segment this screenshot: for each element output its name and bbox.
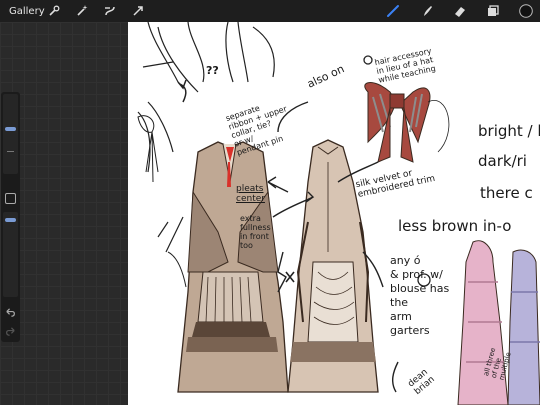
- note-any-prof: any ó & prof. w/ blouse has the arm gart…: [390, 254, 450, 337]
- note-dark: dark/ri: [478, 152, 527, 170]
- redo-icon[interactable]: [4, 323, 17, 336]
- top-toolbar: Gallery: [0, 0, 540, 22]
- note-question-marks: ??: [206, 64, 219, 77]
- color-swatch[interactable]: [518, 3, 534, 19]
- note-pleats-center: pleats center: [236, 184, 265, 204]
- opacity-slider[interactable]: [3, 212, 18, 297]
- undo-icon[interactable]: [4, 304, 17, 317]
- transform-icon[interactable]: [130, 3, 146, 19]
- magic-wand-icon[interactable]: [74, 3, 90, 19]
- wrench-icon[interactable]: [46, 3, 62, 19]
- note-bright: bright / li: [478, 122, 540, 140]
- selection-icon[interactable]: [102, 3, 118, 19]
- note-less-brown: less brown in-o: [398, 217, 512, 235]
- brush-size-slider[interactable]: [3, 94, 18, 174]
- note-there: there c: [480, 184, 533, 202]
- layers-icon[interactable]: [485, 3, 501, 19]
- note-extra-fullness: extra fullness in front too: [240, 214, 271, 250]
- eraser-icon[interactable]: [452, 3, 468, 19]
- drawing-canvas[interactable]: hair accessory in lieu of a hat while te…: [128, 22, 540, 405]
- smudge-icon[interactable]: [419, 3, 435, 19]
- brush-icon[interactable]: [385, 3, 401, 19]
- modify-button[interactable]: [5, 193, 16, 204]
- sidebar: [1, 92, 20, 342]
- gallery-button[interactable]: Gallery: [9, 6, 45, 17]
